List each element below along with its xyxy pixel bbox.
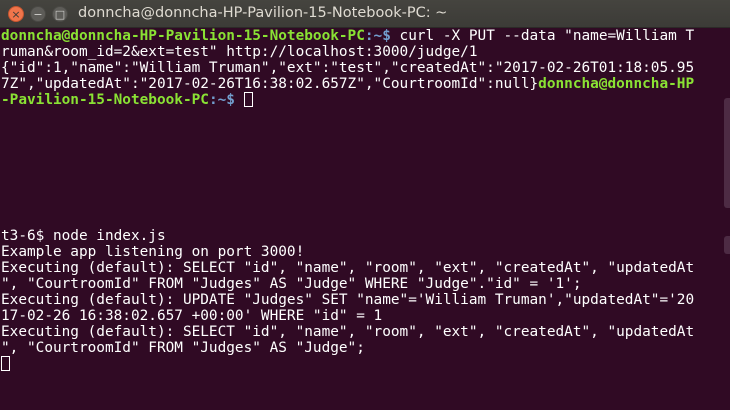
prompt-user: donncha@donncha-HP <box>538 76 695 92</box>
terminal-line <box>0 356 730 372</box>
terminal-line: Example app listening on port 3000! <box>1 244 305 260</box>
title-bar[interactable]: × − □ donncha@donncha-HP-Pavilion-15-Not… <box>0 0 730 28</box>
terminal-top-pane[interactable]: donncha@donncha-HP-Pavilion-15-Notebook-… <box>0 28 730 228</box>
minimize-icon[interactable]: − <box>30 6 46 22</box>
window-title: donncha@donncha-HP-Pavilion-15-Notebook-… <box>78 5 448 21</box>
output-text: 7Z","updatedAt":"2017-02-26T16:38:02.657… <box>1 76 539 92</box>
scrollbar-bottom[interactable] <box>724 236 730 254</box>
terminal-line: t3-6$ node index.js <box>1 228 166 244</box>
terminal-cursor[interactable] <box>1 356 10 371</box>
terminal-line: Executing (default): UPDATE "Judges" SET… <box>1 292 695 308</box>
close-icon[interactable]: × <box>8 6 24 22</box>
terminal-line: ", "CourtroomId" FROM "Judges" AS "Judge… <box>1 276 582 292</box>
prompt-path: :~$ <box>208 92 235 108</box>
terminal-line: ruman&room_id=2&ext=test" http://localho… <box>1 44 478 60</box>
command-text: curl -X PUT --data "name=William T <box>390 28 695 44</box>
terminal-line: donncha@donncha-HP-Pavilion-15-Notebook-… <box>0 28 730 44</box>
terminal-cursor[interactable] <box>243 92 253 107</box>
maximize-icon[interactable]: □ <box>52 6 68 22</box>
terminal-line: 7Z","updatedAt":"2017-02-26T16:38:02.657… <box>0 76 730 92</box>
terminal-line: 17-02-26 16:38:02.657 +00:00' WHERE "id"… <box>1 308 383 324</box>
prompt-user: -Pavilion-15-Notebook-PC <box>1 92 209 108</box>
terminal-bottom-pane[interactable]: t3-6$ node index.js Example app listenin… <box>0 228 730 410</box>
terminal-line: ", "CourtroomId" FROM "Judges" AS "Judge… <box>1 340 365 356</box>
terminal-line: Executing (default): SELECT "id", "name"… <box>1 260 695 276</box>
prompt-path: :~$ <box>364 28 391 44</box>
prompt-user: donncha@donncha-HP-Pavilion-15-Notebook-… <box>1 28 365 44</box>
scrollbar-top[interactable] <box>724 98 730 208</box>
terminal-line: Executing (default): SELECT "id", "name"… <box>1 324 695 340</box>
terminal-line: -Pavilion-15-Notebook-PC:~$ <box>0 92 730 108</box>
terminal-line: {"id":1,"name":"William Truman","ext":"t… <box>1 60 695 76</box>
